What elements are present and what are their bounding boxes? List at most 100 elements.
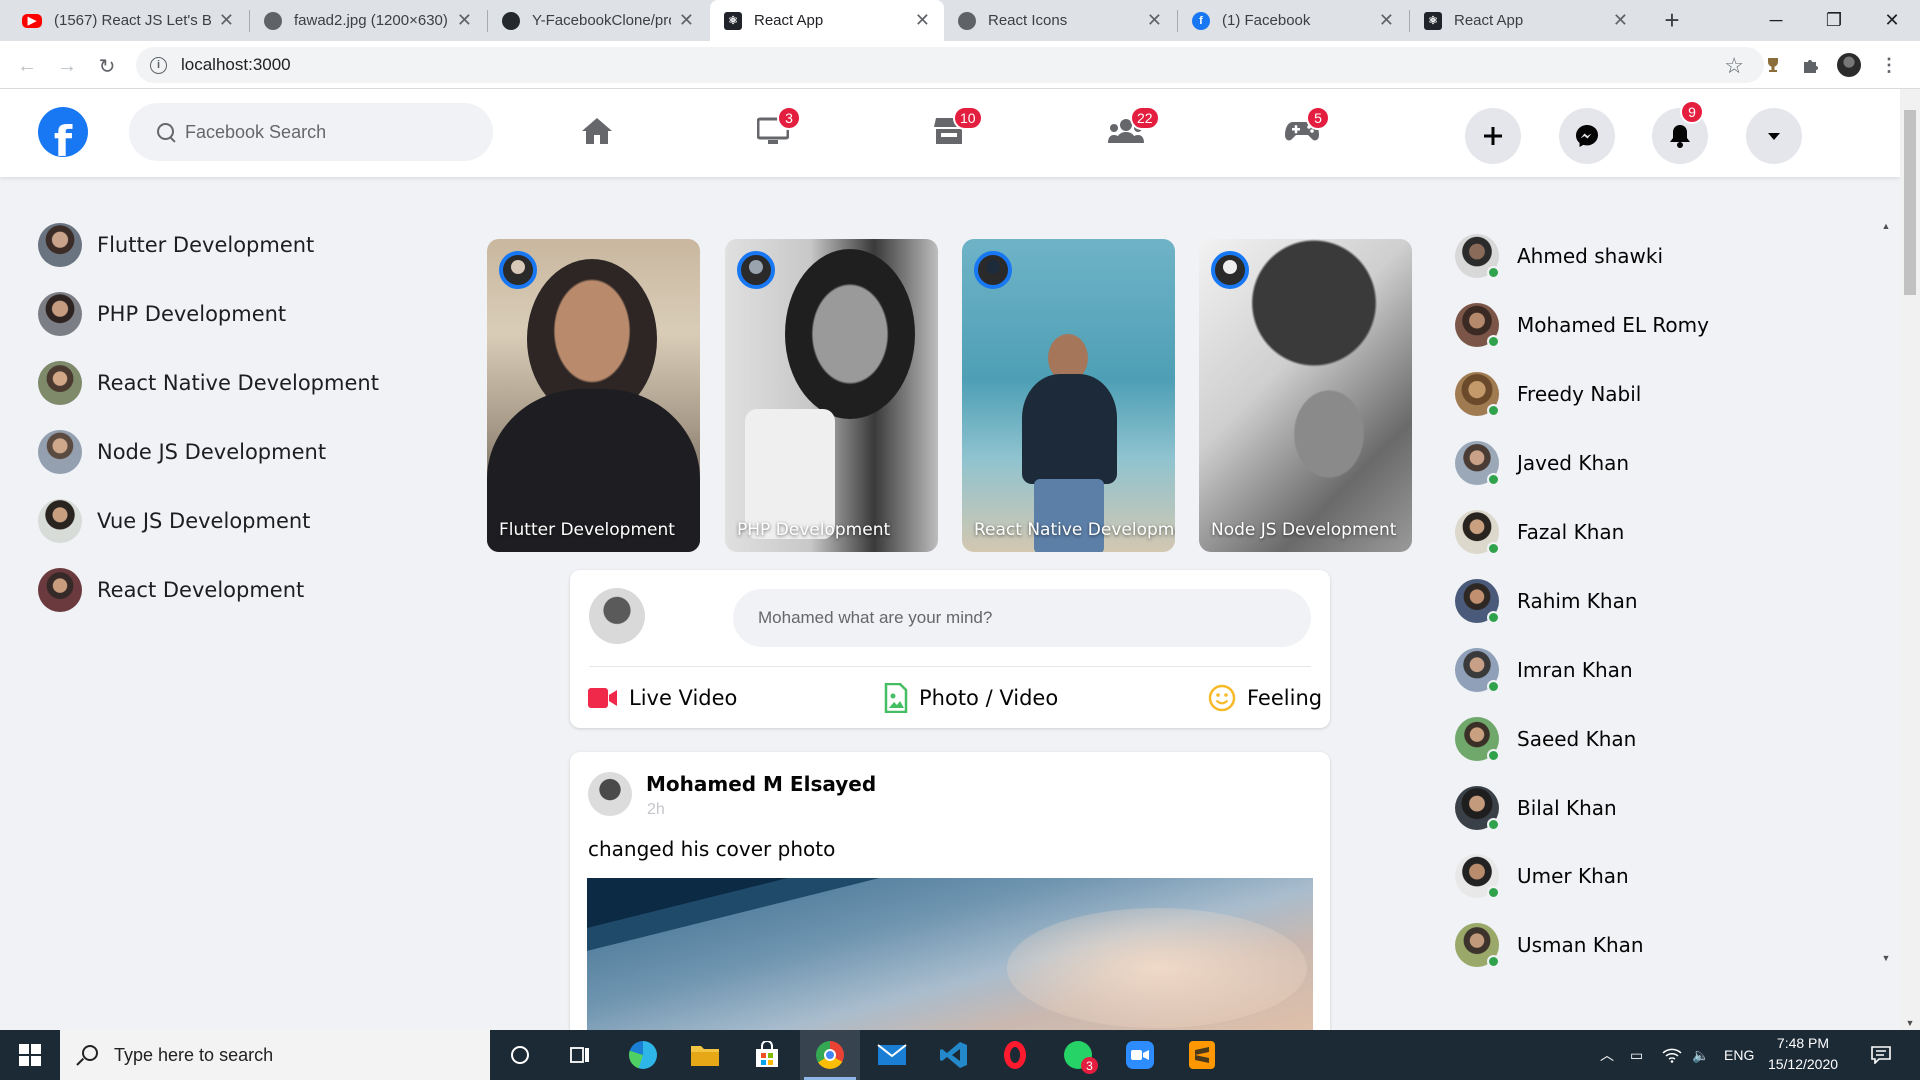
new-tab-button[interactable]: +	[1656, 5, 1688, 37]
story-card[interactable]: React Native Development	[962, 239, 1175, 552]
close-icon[interactable]: ✕	[219, 10, 234, 31]
contact-item[interactable]: Javed Khan	[1452, 429, 1872, 498]
messenger-button[interactable]	[1559, 108, 1615, 164]
task-view-icon[interactable]	[550, 1030, 610, 1080]
extensions-puzzle-icon[interactable]	[1798, 52, 1824, 78]
tray-chevron-up-icon[interactable]: ︿	[1600, 1030, 1614, 1080]
contact-item[interactable]: Freedy Nabil	[1452, 360, 1872, 429]
contact-item[interactable]: Umer Khan	[1452, 842, 1872, 911]
photo-video-button[interactable]: Photo / Video	[884, 680, 1058, 716]
vscode-icon[interactable]	[924, 1030, 984, 1080]
composer-input[interactable]	[733, 589, 1311, 647]
story-card[interactable]: PHP Development	[725, 239, 938, 552]
url-text[interactable]: localhost:3000	[181, 55, 291, 75]
cortana-icon[interactable]	[490, 1030, 550, 1080]
contact-item[interactable]: Ahmed shawki	[1452, 222, 1872, 291]
tab-react-icons[interactable]: React Icons ✕	[944, 0, 1176, 41]
nav-home[interactable]	[567, 105, 627, 157]
close-icon[interactable]: ✕	[1147, 10, 1162, 31]
taskbar-search[interactable]: Type here to search	[60, 1030, 490, 1080]
address-bar[interactable]: i localhost:3000 ☆	[136, 47, 1764, 83]
contacts-scroll-up-arrow-icon[interactable]: ▲	[1878, 218, 1894, 234]
trophy-extension-icon[interactable]	[1760, 52, 1786, 78]
opera-icon[interactable]	[985, 1030, 1045, 1080]
nav-groups[interactable]: 22	[1096, 105, 1160, 157]
page-scrollbar-thumb[interactable]	[1904, 110, 1916, 295]
sidebar-item-vue-js[interactable]: Vue JS Development	[30, 486, 430, 555]
avatar[interactable]	[588, 772, 632, 816]
close-icon[interactable]: ✕	[1379, 10, 1394, 31]
tab-facebook[interactable]: f (1) Facebook ✕	[1178, 0, 1408, 41]
zoom-icon[interactable]	[1110, 1030, 1170, 1080]
post-author[interactable]: Mohamed M Elsayed	[646, 772, 876, 796]
chrome-icon[interactable]	[800, 1030, 860, 1080]
system-clock[interactable]: 7:48 PM 15/12/2020	[1762, 1033, 1844, 1075]
sidebar-item-php[interactable]: PHP Development	[30, 279, 430, 348]
contact-item[interactable]: Fazal Khan	[1452, 498, 1872, 567]
tab-github[interactable]: Y-FacebookClone/profi ✕	[488, 0, 708, 41]
store-icon[interactable]	[737, 1030, 797, 1080]
menu-kebab-icon[interactable]: ⋮	[1876, 52, 1902, 78]
plus-icon	[1484, 127, 1502, 145]
tab-title: React Icons	[988, 12, 1068, 29]
tab-youtube[interactable]: ▶ (1567) React JS Let's Bu ✕	[8, 0, 248, 41]
restore-icon[interactable]: ❐	[1808, 0, 1860, 41]
avatar	[38, 567, 82, 612]
close-icon[interactable]: ✕	[679, 10, 694, 31]
minimize-icon[interactable]: ─	[1750, 0, 1802, 41]
post-image[interactable]	[587, 878, 1313, 1052]
notifications-button[interactable]: 9	[1652, 100, 1708, 164]
window-close-icon[interactable]: ✕	[1866, 0, 1918, 41]
scroll-down-arrow-icon[interactable]: ▼	[1900, 1015, 1920, 1031]
close-icon[interactable]: ✕	[915, 10, 930, 31]
contact-item[interactable]: Bilal Khan	[1452, 773, 1872, 842]
story-card[interactable]: Node JS Development	[1199, 239, 1412, 552]
live-video-button[interactable]: Live Video	[588, 680, 737, 716]
avatar[interactable]	[589, 588, 645, 644]
info-icon[interactable]: i	[150, 56, 167, 74]
account-menu-button[interactable]	[1746, 108, 1802, 164]
profile-avatar[interactable]	[1836, 52, 1862, 78]
create-button[interactable]	[1465, 108, 1521, 164]
contact-item[interactable]: Mohamed EL Romy	[1452, 291, 1872, 360]
facebook-logo[interactable]: f	[38, 107, 88, 157]
bookmark-star-icon[interactable]: ☆	[1724, 53, 1744, 79]
nav-marketplace[interactable]: 10	[919, 105, 983, 157]
back-arrow-icon[interactable]: ←	[14, 53, 40, 79]
sidebar-item-react-native[interactable]: React Native Development	[30, 348, 430, 417]
contacts-scroll-down-arrow-icon[interactable]: ▼	[1878, 950, 1894, 966]
whatsapp-icon[interactable]: 3	[1048, 1030, 1108, 1080]
sublime-icon[interactable]	[1172, 1030, 1232, 1080]
contact-item[interactable]: Imran Khan	[1452, 635, 1872, 704]
post-timestamp[interactable]: 2h	[647, 801, 665, 819]
language-indicator[interactable]: ENG	[1724, 1030, 1754, 1080]
close-icon[interactable]: ✕	[457, 10, 472, 31]
feeling-button[interactable]: Feeling	[1208, 680, 1322, 716]
sidebar-item-react[interactable]: React Development	[30, 555, 430, 624]
contact-item[interactable]: Saeed Khan	[1452, 704, 1872, 773]
file-explorer-icon[interactable]	[675, 1030, 735, 1080]
volume-icon[interactable]: 🔈	[1692, 1030, 1709, 1080]
battery-icon[interactable]: ▭	[1630, 1030, 1643, 1080]
reload-icon[interactable]: ↻	[94, 53, 120, 79]
windows-start-button[interactable]	[0, 1030, 60, 1080]
sidebar-item-node-js[interactable]: Node JS Development	[30, 417, 430, 486]
search-input[interactable]	[185, 121, 445, 143]
tab-react-app-active[interactable]: ⚛ React App ✕	[710, 0, 944, 41]
sidebar-item-flutter[interactable]: Flutter Development	[30, 210, 430, 279]
action-center-icon[interactable]	[1866, 1030, 1896, 1080]
tab-react-app[interactable]: ⚛ React App ✕	[1410, 0, 1642, 41]
story-card[interactable]: Flutter Development	[487, 239, 700, 552]
contact-item[interactable]: Rahim Khan	[1452, 566, 1872, 635]
close-icon[interactable]: ✕	[1613, 10, 1628, 31]
nav-watch[interactable]: 3	[743, 105, 803, 157]
edge-icon[interactable]	[613, 1030, 673, 1080]
nav-gaming[interactable]: 5	[1272, 105, 1332, 157]
wifi-icon[interactable]	[1662, 1030, 1682, 1080]
contact-item[interactable]: Usman Khan	[1452, 911, 1872, 980]
facebook-search[interactable]	[129, 103, 493, 161]
tab-image[interactable]: fawad2.jpg (1200×630) ✕	[250, 0, 486, 41]
mail-icon[interactable]	[862, 1030, 922, 1080]
live-video-label: Live Video	[629, 686, 738, 710]
forward-arrow-icon[interactable]: →	[54, 53, 80, 79]
